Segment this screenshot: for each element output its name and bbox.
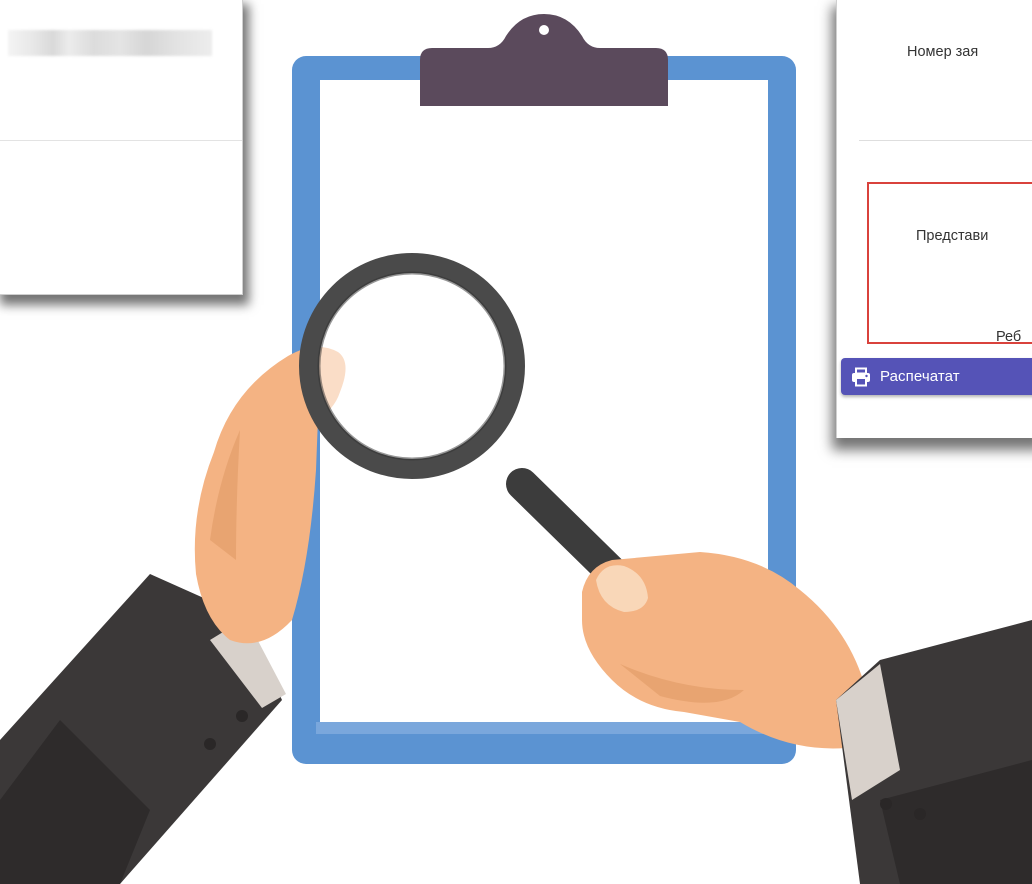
- printer-icon: [851, 367, 871, 387]
- highlighted-section: Представи Реб: [867, 182, 1032, 344]
- print-button-label: Распечатат: [880, 368, 960, 385]
- right-arm: [836, 620, 1032, 884]
- clipboard-clip: [420, 14, 668, 106]
- truncated-label: Реб: [996, 329, 1022, 344]
- divider: [859, 140, 1032, 141]
- print-button[interactable]: Распечатат: [841, 358, 1032, 395]
- application-number-label: Номер зая: [907, 44, 979, 60]
- blurred-field: [8, 30, 212, 56]
- form-fragment-left: [0, 0, 243, 295]
- representative-label: Представи: [916, 228, 989, 244]
- divider: [0, 140, 242, 141]
